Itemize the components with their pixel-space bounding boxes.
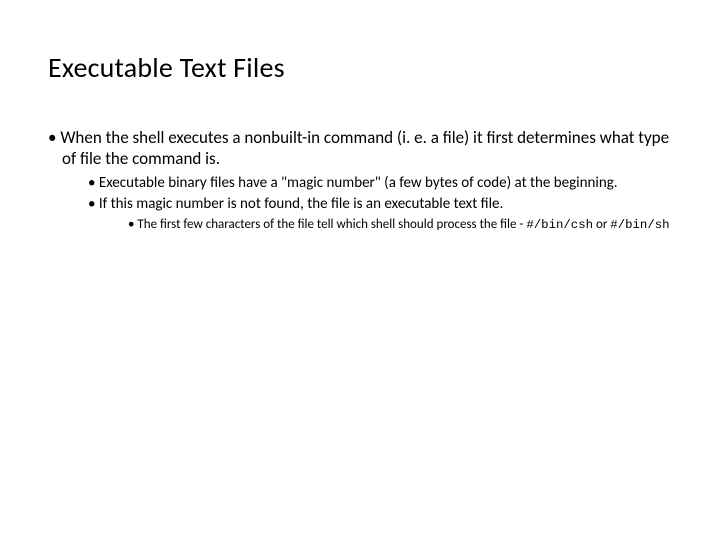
bullet-text: The first few characters of the file tel… (137, 217, 526, 232)
bullet-list-level-3: The first few characters of the file tel… (128, 217, 672, 234)
code-text: #/bin/sh (610, 218, 669, 232)
bullet-text: Executable binary files have a "magic nu… (99, 174, 618, 192)
bullet-text: When the shell executes a nonbuilt-in co… (60, 127, 669, 169)
bullet-item: Executable binary files have a "magic nu… (88, 174, 672, 193)
bullet-text: or (593, 217, 610, 232)
bullet-list-level-1: When the shell executes a nonbuilt-in co… (48, 127, 672, 234)
code-text: #/bin/csh (526, 218, 593, 232)
bullet-item: If this magic number is not found, the f… (88, 195, 672, 234)
bullet-item: The first few characters of the file tel… (128, 217, 672, 234)
bullet-item: When the shell executes a nonbuilt-in co… (48, 127, 672, 234)
bullet-list-level-2: Executable binary files have a "magic nu… (88, 174, 672, 234)
bullet-text: If this magic number is not found, the f… (99, 195, 503, 213)
slide-title: Executable Text Files (48, 50, 672, 85)
